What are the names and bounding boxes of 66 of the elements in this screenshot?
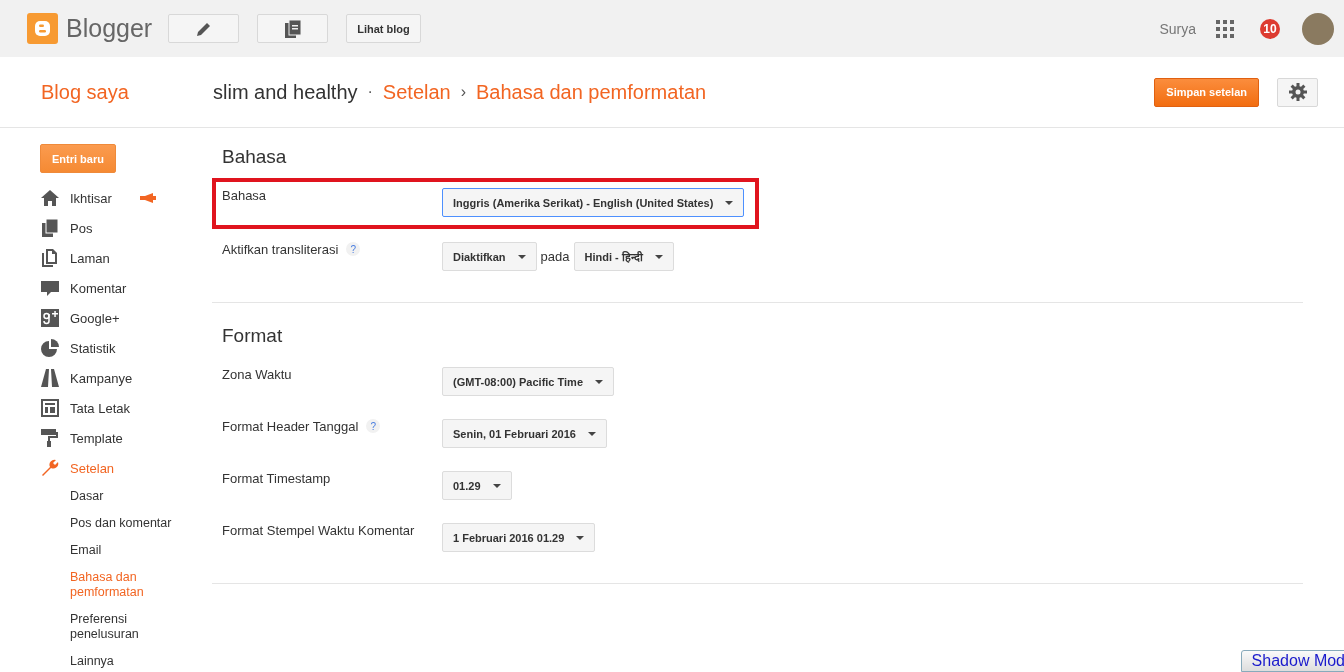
field-label: Aktifkan transliterasi — [222, 242, 339, 257]
apps-grid-icon[interactable] — [1216, 19, 1234, 38]
caret-icon — [595, 379, 603, 384]
dropdown[interactable]: 01.29 — [442, 471, 512, 500]
caret-icon — [517, 254, 526, 259]
avatar[interactable] — [1302, 12, 1334, 45]
dropdown[interactable]: Senin, 01 Februari 2016 — [442, 419, 607, 448]
sidebar-item[interactable]: Google+ — [40, 303, 212, 333]
sidebar-item[interactable]: Tata Letak — [40, 393, 212, 423]
breadcrumb-separator: › — [460, 83, 467, 101]
field-label: Format Timestamp — [222, 471, 331, 486]
section-title: Format — [222, 325, 284, 347]
posts-button[interactable] — [257, 14, 329, 43]
field-label: Bahasa — [222, 188, 267, 203]
sidebar-subitem[interactable]: Pos dan komentar — [40, 510, 180, 537]
sidebar-subitem[interactable]: Preferensi penelusuran — [40, 606, 180, 648]
field-label: Format Header Tanggal — [222, 419, 359, 434]
documents-icon — [284, 19, 301, 38]
campaign-icon — [40, 368, 60, 388]
settings-button[interactable] — [1277, 77, 1318, 107]
shadow-mode-button[interactable]: Shadow Mod — [1240, 650, 1344, 672]
google-plus-icon — [40, 308, 60, 328]
caret-icon — [725, 200, 734, 205]
dropdown[interactable]: Hindi - हिन्दी — [573, 242, 674, 271]
notification-badge[interactable]: 10 — [1260, 18, 1280, 39]
caret-icon — [587, 431, 596, 436]
sidebar-item[interactable]: Template — [40, 423, 212, 453]
page-icon — [40, 248, 60, 268]
field-label: Format Stempel Waktu Komentar — [222, 523, 415, 538]
sidebar-item[interactable]: Laman — [40, 243, 212, 273]
megaphone-icon — [139, 193, 156, 203]
joiner-text: pada — [540, 249, 570, 264]
new-post-button[interactable] — [168, 14, 240, 43]
dropdown[interactable]: (GMT-08:00) Pacific Time — [442, 367, 614, 396]
documents-icon — [40, 218, 60, 238]
sidebar-item[interactable]: Kampanye — [40, 363, 212, 393]
dropdown[interactable]: Inggris (Amerika Serikat) - English (United States) — [442, 188, 745, 217]
speech-bubble-icon — [40, 278, 60, 298]
view-blog-button[interactable]: Lihat blog — [346, 14, 421, 43]
wrench-icon — [40, 458, 60, 478]
help-icon[interactable]: ? — [366, 419, 381, 433]
layout-icon — [40, 398, 60, 418]
breadcrumb-separator: · — [367, 83, 373, 101]
settings-icon — [1288, 83, 1307, 101]
field-label: Zona Waktu — [222, 367, 292, 382]
caret-icon — [492, 483, 501, 488]
dropdown[interactable]: Diaktifkan — [442, 242, 537, 271]
sidebar-subitem[interactable]: Dasar — [40, 483, 180, 510]
section-title: Bahasa — [222, 146, 288, 168]
sidebar-item[interactable]: Komentar — [40, 273, 212, 303]
caret-icon — [576, 535, 585, 540]
sidebar-subitem[interactable]: Lainnya — [40, 648, 180, 672]
blogger-logo-icon — [27, 13, 58, 44]
paint-roller-icon — [40, 428, 60, 448]
pie-chart-icon — [40, 338, 60, 358]
caret-icon — [654, 254, 663, 259]
user-name[interactable]: Surya — [1159, 20, 1196, 37]
blogger-wordmark: Blogger — [66, 14, 153, 43]
sidebar-subitem[interactable]: Email — [40, 537, 180, 564]
dropdown[interactable]: 1 Februari 2016 01.29 — [442, 523, 596, 552]
home-icon — [40, 188, 60, 208]
sidebar-item[interactable]: Statistik — [40, 333, 212, 363]
sidebar-item[interactable]: Ikhtisar — [40, 183, 212, 213]
help-icon[interactable]: ? — [346, 242, 361, 256]
sidebar-item[interactable]: Pos — [40, 213, 212, 243]
breadcrumb-item[interactable]: slim and healthy — [213, 80, 358, 104]
